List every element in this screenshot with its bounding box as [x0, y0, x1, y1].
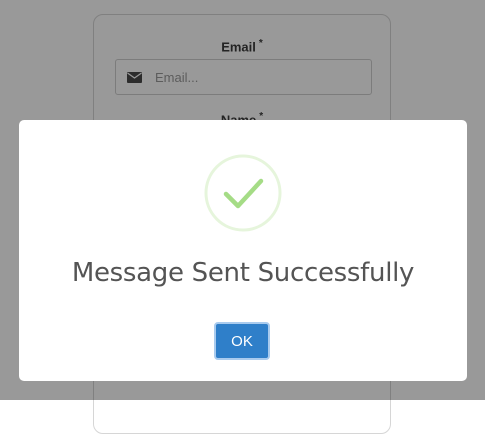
success-dialog: Message Sent Successfully OK [19, 120, 467, 381]
ok-button[interactable]: OK [214, 322, 270, 360]
success-checkmark-icon [204, 154, 282, 232]
dialog-title: Message Sent Successfully [71, 258, 415, 288]
